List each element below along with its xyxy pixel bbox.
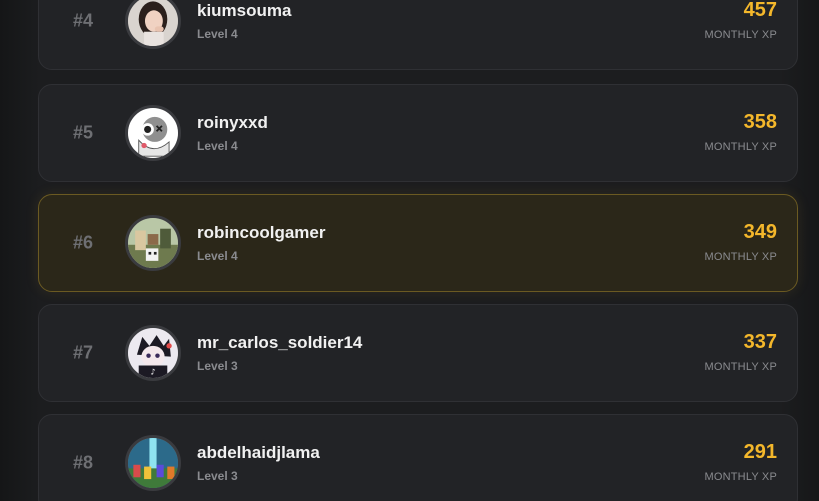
xp-value: 291 <box>743 441 777 463</box>
user-avatar[interactable] <box>125 0 181 49</box>
user-level: Level 3 <box>197 469 238 483</box>
leaderboard-row[interactable]: #7 ♪ mr_carlos_soldier14 Level 3 337 MON… <box>38 304 798 402</box>
username[interactable]: robincoolgamer <box>197 223 325 243</box>
minecraft-beacon-avatar-icon <box>128 438 178 488</box>
rank-label: #8 <box>73 452 94 473</box>
rank-label: #4 <box>73 10 94 31</box>
leaderboard-row[interactable]: #8 abdelhaidjlama Level 3 291 MONTHLY XP <box>38 414 798 501</box>
xp-label: MONTHLY XP <box>704 251 777 263</box>
rank-label: #7 <box>73 342 94 363</box>
user-level: Level 4 <box>197 139 238 153</box>
leaderboard-page: #4 kiumsouma Level 4 457 MONTHLY XP #5 r… <box>0 0 819 501</box>
rank-label: #5 <box>73 122 94 143</box>
girl-photo-avatar-icon <box>128 0 178 46</box>
cartoon-character-avatar-icon <box>128 108 178 158</box>
user-level: Level 4 <box>197 249 238 263</box>
xp-value: 457 <box>743 0 777 21</box>
leaderboard-row-current-user[interactable]: #6 robincoolgamer Level 4 349 MONTHLY XP <box>38 194 798 292</box>
leaderboard-row[interactable]: #5 roinyxxd Level 4 358 MONTHLY XP <box>38 84 798 182</box>
user-avatar[interactable] <box>125 215 181 271</box>
minecraft-scene-avatar-icon <box>128 218 178 268</box>
xp-value: 337 <box>743 331 777 353</box>
xp-label: MONTHLY XP <box>704 141 777 153</box>
leaderboard-row[interactable]: #4 kiumsouma Level 4 457 MONTHLY XP <box>38 0 798 70</box>
user-avatar[interactable]: ♪ <box>125 325 181 381</box>
xp-label: MONTHLY XP <box>704 361 777 373</box>
rank-label: #6 <box>73 232 94 253</box>
xp-value: 349 <box>743 221 777 243</box>
xp-label: MONTHLY XP <box>704 471 777 483</box>
user-avatar[interactable] <box>125 105 181 161</box>
svg-text:♪: ♪ <box>150 367 155 376</box>
anime-tiktok-avatar-icon: ♪ <box>128 328 178 378</box>
username[interactable]: mr_carlos_soldier14 <box>197 333 362 353</box>
username[interactable]: roinyxxd <box>197 113 268 133</box>
user-level: Level 3 <box>197 359 238 373</box>
user-level: Level 4 <box>197 27 238 41</box>
username[interactable]: abdelhaidjlama <box>197 443 320 463</box>
username[interactable]: kiumsouma <box>197 1 291 21</box>
xp-label: MONTHLY XP <box>704 29 777 41</box>
user-avatar[interactable] <box>125 435 181 491</box>
xp-value: 358 <box>743 111 777 133</box>
